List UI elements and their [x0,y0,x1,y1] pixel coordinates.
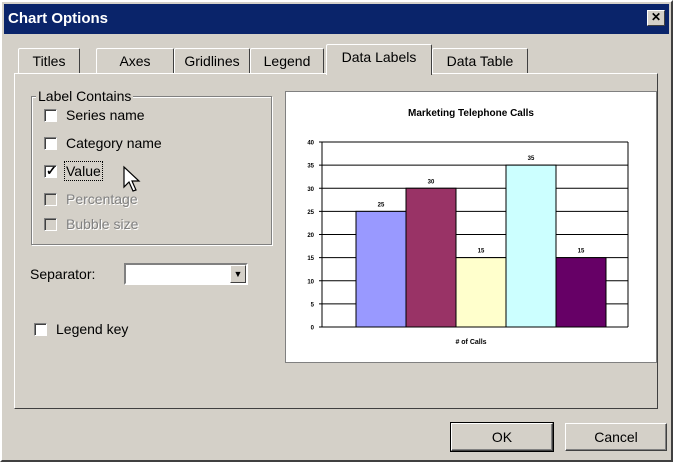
checkmark-icon: ✓ [46,163,57,178]
tab-data-table[interactable]: Data Table [432,48,528,73]
percentage-checkbox [44,193,57,206]
chart-x-axis-label: # of Calls [455,339,486,346]
tab-legend[interactable]: Legend [250,48,324,73]
y-tick-label: 20 [307,233,314,239]
close-button[interactable]: ✕ [647,10,665,26]
title-bar: Chart Options ✕ [4,4,669,34]
y-tick-label: 30 [307,187,314,193]
bar [505,164,557,328]
bar [405,187,457,328]
y-tick-label: 25 [307,210,314,216]
series-name-label: Series name [66,107,145,123]
tab-data-labels[interactable]: Data Labels [326,44,432,75]
y-tick-label: 10 [307,279,314,285]
tab-titles[interactable]: Titles [18,48,80,73]
series-name-checkbox[interactable] [44,109,57,122]
tab-axes[interactable]: Axes [96,48,174,73]
chart-preview: 0 5 10 15 20 25 30 35 40 25 30 15 35 15 Marketing Tele… [285,91,657,363]
tab-gridlines[interactable]: Gridlines [174,48,250,73]
bubble-size-checkbox [44,218,57,231]
legend-key-checkbox[interactable] [34,323,47,336]
cancel-button[interactable]: Cancel [565,423,667,451]
y-tick-label: 15 [307,256,314,262]
bar [555,257,607,328]
dialog-title: Chart Options [8,10,108,27]
data-label: 25 [378,202,385,208]
bubble-size-label: Bubble size [66,216,139,232]
value-checkbox[interactable]: ✓ [44,163,57,178]
y-tick-label: 5 [311,302,315,308]
data-label: 35 [528,156,535,162]
chevron-down-icon[interactable]: ▼ [230,265,246,283]
bar [355,210,407,328]
mouse-pointer-icon [123,165,141,192]
separator-dropdown[interactable]: ▼ [124,263,248,285]
y-tick-label: 35 [307,164,314,170]
ok-button[interactable]: OK [450,422,554,452]
bar [455,257,507,328]
category-name-checkbox[interactable] [44,137,57,150]
category-name-label: Category name [66,135,162,151]
y-tick-label: 0 [311,326,315,332]
data-label: 15 [478,249,485,255]
label-contains-legend: Label Contains [36,88,134,104]
bar-chart: 0 5 10 15 20 25 30 35 40 25 30 15 35 15 Marketing Tele… [307,108,629,346]
data-label: 30 [428,179,435,185]
chart-title: Marketing Telephone Calls [408,108,534,119]
data-label: 15 [578,249,585,255]
separator-label: Separator: [30,266,96,282]
close-icon: ✕ [650,10,662,24]
y-tick-label: 40 [307,141,314,147]
legend-key-label: Legend key [56,321,129,337]
value-label: Value [64,161,103,181]
